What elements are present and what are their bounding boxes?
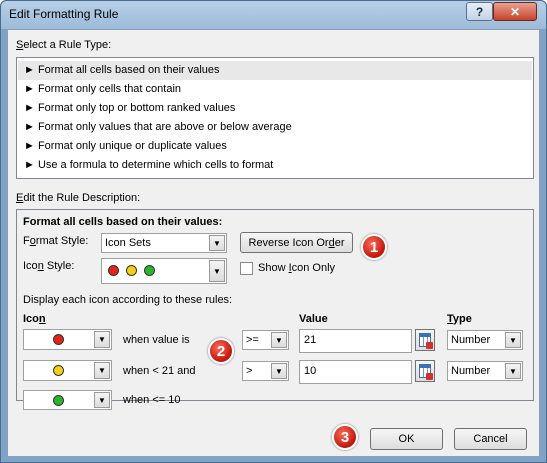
- rule-row-1-icon-dropdown[interactable]: ▼: [23, 329, 112, 350]
- rule-type-list[interactable]: ► Format all cells based on their values…: [16, 57, 534, 179]
- rule-row-1-range-picker-button[interactable]: [415, 329, 435, 351]
- show-icon-only-label: Show Icon Only: [258, 262, 336, 274]
- rule-type-label: Select a Rule Type:: [16, 39, 112, 51]
- icon-style-preview: [108, 264, 156, 276]
- rule-row-3-icon-dropdown[interactable]: ▼: [23, 390, 112, 410]
- close-button[interactable]: ✕: [493, 2, 537, 21]
- rule-row-1-condition: when value is: [123, 334, 190, 346]
- dialog-client-area: Select a Rule Type: ► Format all cells b…: [7, 29, 540, 457]
- callout-badge-2: 2: [208, 338, 234, 364]
- rule-row-2-type-value: Number: [451, 365, 491, 377]
- rule-row-3-condition: when <= 10: [123, 394, 181, 406]
- red-traffic-light-icon: [108, 264, 119, 276]
- column-header-icon: Icon: [23, 313, 46, 325]
- icon-style-dropdown[interactable]: ▼: [101, 258, 227, 284]
- rule-type-item-top-bottom[interactable]: ► Format only top or bottom ranked value…: [18, 99, 532, 118]
- callout-badge-3: 3: [332, 424, 358, 450]
- rule-type-item-unique-duplicate[interactable]: ► Format only unique or duplicate values: [18, 137, 532, 156]
- rule-row-1-value-input[interactable]: 21: [299, 329, 412, 353]
- reverse-icon-order-button[interactable]: Reverse Icon Or d er: [240, 232, 353, 253]
- format-style-value: Icon Sets: [105, 237, 151, 249]
- green-traffic-light-icon: [144, 264, 156, 276]
- column-header-value: Value: [299, 313, 328, 325]
- rule-row-1-type-value: Number: [451, 334, 491, 346]
- callout-badge-1: 1: [361, 234, 387, 260]
- chevron-down-icon: ▼: [505, 332, 521, 348]
- rule-row-1-operator-dropdown[interactable]: >= ▼: [242, 330, 289, 350]
- rule-type-item-all-cells[interactable]: ► Format all cells based on their values: [18, 61, 532, 80]
- rule-type-item-above-below-average[interactable]: ► Format only values that are above or b…: [18, 118, 532, 137]
- chevron-down-icon: ▼: [505, 363, 521, 379]
- green-traffic-light-icon: [52, 395, 64, 406]
- format-style-dropdown[interactable]: Icon Sets ▼: [101, 233, 227, 253]
- show-icon-only-checkbox[interactable]: [240, 262, 253, 275]
- yellow-traffic-light-icon: [126, 264, 138, 276]
- rule-type-item-cells-contain[interactable]: ► Format only cells that contain: [18, 80, 532, 99]
- chevron-down-icon: ▼: [94, 392, 110, 408]
- chevron-down-icon: ▼: [271, 363, 287, 379]
- rule-row-2-type-dropdown[interactable]: Number ▼: [447, 361, 523, 381]
- edit-formatting-rule-window: Edit Formatting Rule ? ✕ Select a Rule T…: [0, 0, 547, 463]
- format-style-label: Format Style:: [23, 235, 89, 247]
- column-header-type: Type: [447, 313, 472, 325]
- help-button[interactable]: ?: [466, 2, 493, 21]
- red-traffic-light-icon: [52, 334, 64, 345]
- chevron-down-icon: ▼: [94, 362, 110, 379]
- display-rules-label: Display each icon according to these rul…: [23, 294, 233, 306]
- rule-row-1-operator-value: >=: [246, 334, 259, 346]
- rule-description-box: Format all cells based on their values: …: [16, 209, 534, 410]
- description-heading: Format all cells based on their values:: [23, 216, 223, 228]
- rule-row-2-condition: when < 21 and: [123, 365, 196, 377]
- ok-button[interactable]: OK: [370, 428, 443, 450]
- chevron-down-icon: ▼: [271, 332, 287, 348]
- rule-row-1-type-dropdown[interactable]: Number ▼: [447, 330, 523, 350]
- icon-style-label: Icon Style:: [23, 260, 75, 272]
- chevron-down-icon: ▼: [209, 260, 225, 282]
- rule-row-2-value-input[interactable]: 10: [299, 360, 412, 384]
- rule-type-item-formula[interactable]: ► Use a formula to determine which cells…: [18, 156, 532, 175]
- rule-description-label: Edit the Rule Description:: [16, 192, 141, 204]
- rule-row-2-operator-value: >: [246, 365, 253, 377]
- title-bar: Edit Formatting Rule ? ✕: [1, 1, 546, 29]
- chevron-down-icon: ▼: [94, 331, 110, 348]
- window-title: Edit Formatting Rule: [9, 7, 119, 21]
- rule-row-2-icon-dropdown[interactable]: ▼: [23, 360, 112, 381]
- rule-row-2-range-picker-button[interactable]: [415, 360, 435, 382]
- cancel-button[interactable]: Cancel: [454, 428, 527, 450]
- chevron-down-icon: ▼: [209, 235, 225, 251]
- yellow-traffic-light-icon: [52, 365, 64, 376]
- rule-row-2-operator-dropdown[interactable]: > ▼: [242, 361, 289, 381]
